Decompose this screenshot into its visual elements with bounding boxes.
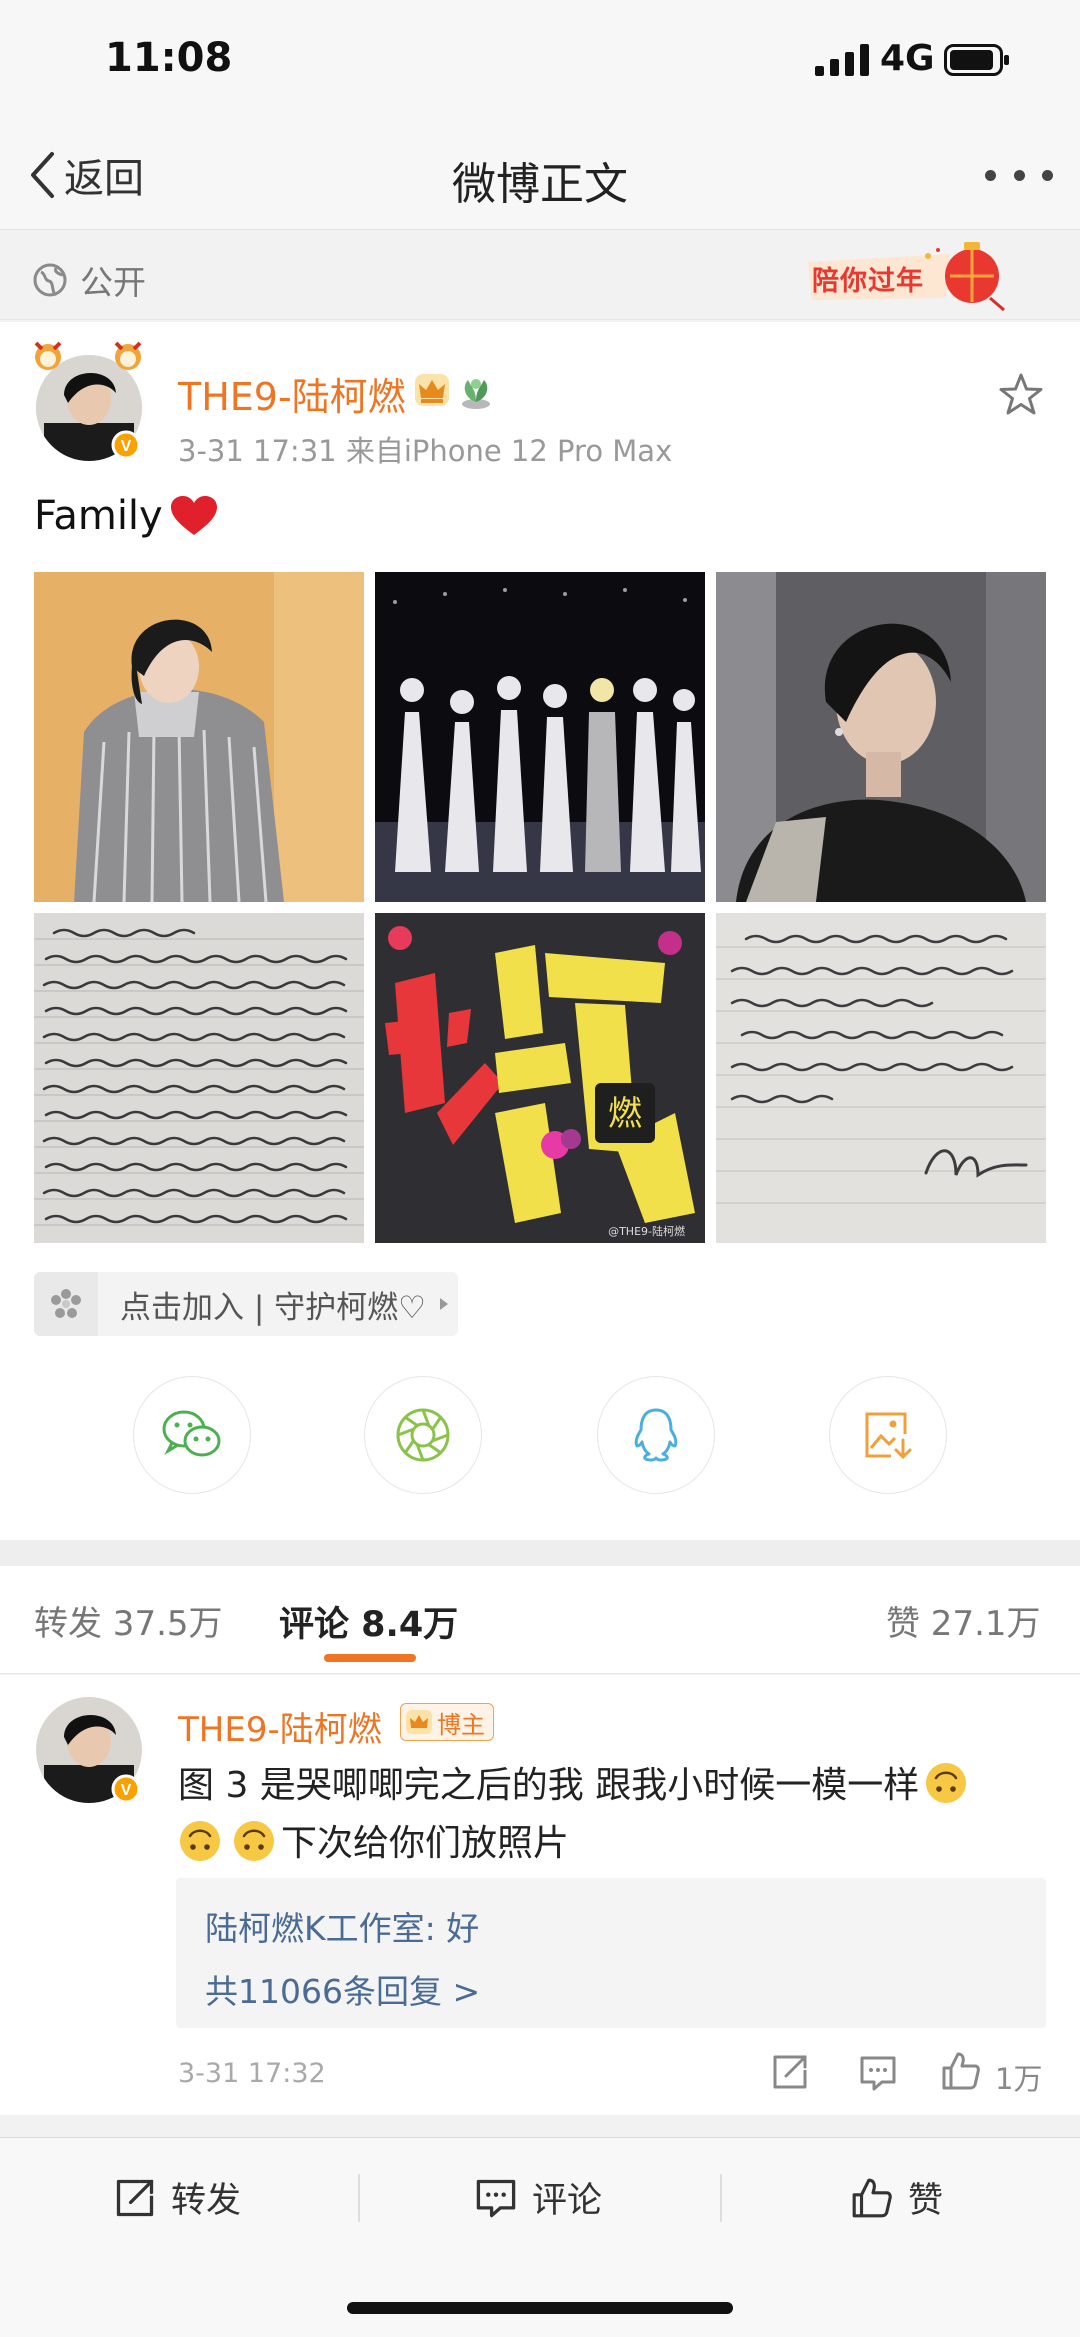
tab-repost[interactable]: 转发 37.5万: [34, 1596, 223, 1645]
plant-badge-icon[interactable]: [456, 370, 496, 410]
like-button[interactable]: 赞: [850, 2172, 943, 2223]
upside-down-face-icon: [234, 1821, 274, 1861]
repost-icon: [116, 2179, 154, 2216]
status-time: 11:08: [105, 35, 233, 81]
flower-icon: [34, 1272, 98, 1336]
active-tab-indicator: [324, 1654, 416, 1662]
post-photo-3[interactable]: [716, 572, 1046, 902]
triangle-right-icon: [439, 1298, 448, 1310]
svg-text:V: V: [121, 1782, 132, 1799]
upside-down-face-icon: [180, 1821, 220, 1861]
comment-time: 3-31 17:32: [178, 2058, 326, 2089]
post-username[interactable]: THE9-陆柯燃: [178, 366, 406, 421]
wechat-icon: [162, 1410, 221, 1457]
network-type: 4G: [880, 38, 935, 79]
share-moments-button[interactable]: [364, 1376, 482, 1494]
share-wechat-button[interactable]: [133, 1376, 251, 1494]
comment-username[interactable]: THE9-陆柯燃: [178, 1702, 382, 1751]
join-fan-group-chip[interactable]: 点击加入 | 守护柯燃♡: [34, 1272, 458, 1336]
globe-icon: [33, 263, 67, 297]
comment-text-part2: 下次给你们放照片: [281, 1823, 570, 1864]
post-photo-6[interactable]: [716, 913, 1046, 1243]
comment-icon: [476, 2179, 516, 2217]
comment-text: 图 3 是哭唧唧完之后的我 跟我小时候一模一样 下次给你们放照片: [178, 1757, 1018, 1873]
qq-icon: [634, 1408, 678, 1462]
star-icon[interactable]: [998, 372, 1044, 418]
red-heart-icon: [170, 496, 217, 535]
comment-label: 评论: [532, 2181, 603, 2221]
section-gap: [0, 1540, 1080, 1566]
moments-icon: [396, 1408, 450, 1462]
visibility-label: 公开: [80, 263, 146, 302]
image-watermark: @THE9-陆柯燃: [608, 1224, 685, 1238]
divider: [358, 2174, 360, 2222]
signal-icon: [815, 44, 869, 76]
post-meta: 3-31 17:31 来自iPhone 12 Pro Max: [178, 434, 673, 468]
post-photo-4[interactable]: [34, 913, 364, 1243]
share-qq-button[interactable]: [597, 1376, 715, 1494]
post-photo-2[interactable]: [375, 572, 705, 902]
upside-down-face-icon: [926, 1763, 967, 1803]
tab-like[interactable]: 赞 27.1万: [886, 1596, 1041, 1645]
post-text-content: Family: [34, 493, 163, 539]
new-year-badge[interactable]: 陪你过年: [800, 240, 1010, 312]
author-tag-label: 博主: [437, 1710, 485, 1739]
bottom-spacer: [0, 2115, 1080, 2137]
visibility-public: 公开: [32, 256, 146, 304]
repost-label: 转发: [171, 2181, 242, 2221]
avatar[interactable]: V: [34, 337, 144, 463]
post-photo-1[interactable]: [34, 572, 364, 902]
thumbs-up-icon[interactable]: [940, 2050, 982, 2092]
post-photo-5[interactable]: 燃 @THE9-陆柯燃: [375, 913, 705, 1243]
repost-button[interactable]: 转发: [113, 2172, 241, 2223]
svg-text:V: V: [121, 438, 132, 455]
battery-icon: [944, 44, 1009, 76]
author-tag: 博主: [400, 1703, 494, 1741]
reply-count-link[interactable]: 共11066条回复 >: [205, 1965, 480, 2013]
tab-comment[interactable]: 评论 8.4万: [279, 1596, 458, 1647]
comment-button[interactable]: 评论: [474, 2172, 602, 2223]
comment-icon[interactable]: [858, 2054, 898, 2092]
svg-text:燃: 燃: [608, 1094, 642, 1134]
share-save-image-button[interactable]: [829, 1376, 947, 1494]
crown-badge-icon[interactable]: [412, 370, 452, 410]
comment-like-count: 1万: [995, 2062, 1043, 2096]
thumbs-up-icon: [852, 2178, 892, 2217]
comment-avatar[interactable]: V: [34, 1693, 144, 1809]
divider: [720, 2174, 722, 2222]
crown-badge-icon: [406, 1710, 432, 1734]
more-options-icon[interactable]: [985, 160, 1053, 190]
post-text: Family: [34, 493, 219, 539]
save-image-icon: [865, 1412, 912, 1460]
join-label: 点击加入 | 守护柯燃♡: [120, 1289, 426, 1326]
like-label: 赞: [908, 2181, 944, 2221]
badge-text: 陪你过年: [812, 266, 924, 297]
comment-text-part1: 图 3 是哭唧唧完之后的我 跟我小时候一模一样: [178, 1765, 920, 1806]
page-title: 微博正文: [452, 159, 628, 210]
home-indicator[interactable]: [347, 2302, 733, 2314]
reply-preview[interactable]: 陆柯燃K工作室: 好: [205, 1902, 479, 1950]
repost-icon[interactable]: [770, 2052, 810, 2092]
